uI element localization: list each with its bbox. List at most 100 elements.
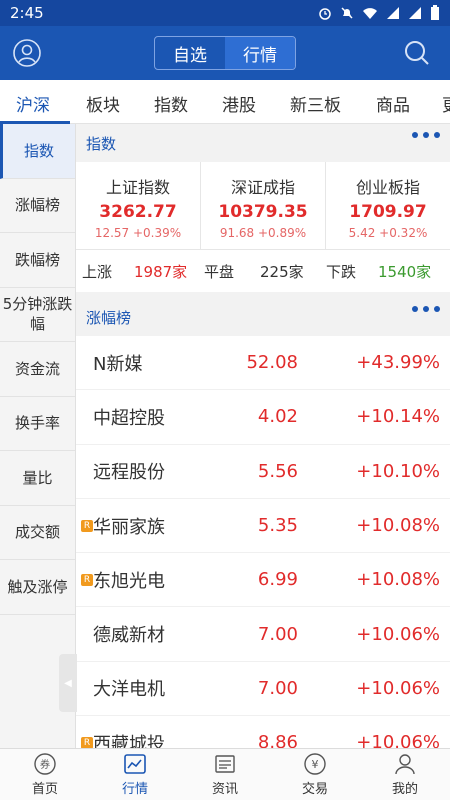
stock-name-text: 德威新材 [93,625,165,647]
mute-icon [340,6,354,20]
status-bar: 2:45 [0,0,450,26]
stock-change-pct: +10.06% [356,677,440,699]
more-dot-icon [434,306,440,312]
battery-icon [430,5,440,21]
sidebar-item-top-gainers[interactable]: 涨幅榜 [0,179,75,233]
index-more-button[interactable] [412,132,440,138]
gainers-section-header: 涨幅榜 [76,298,450,336]
tab-market[interactable]: 行情 [90,749,180,800]
stock-row[interactable]: N新媒 52.08 +43.99% [76,336,450,391]
more-dot-icon [434,132,440,138]
stock-name-text: 大洋电机 [93,679,165,701]
stock-row[interactable]: 远程股份 5.56 +10.10% [76,445,450,499]
stock-change-pct: +10.06% [356,732,440,748]
app-bar: 自选 行情 [0,26,450,80]
index-card-szse[interactable]: 深证成指 10379.35 91.68 +0.89% [201,162,326,249]
stock-change-pct: +10.08% [356,569,440,591]
tab-more[interactable]: 更 [442,91,450,116]
tab-home-label: 首页 [31,782,58,797]
sidebar-item-capital-flow[interactable]: 资金流 [0,342,75,397]
index-value: 10379.35 [218,201,308,222]
tab-shanghai-shenzhen[interactable]: 沪深 [16,91,50,116]
more-dot-icon [412,132,418,138]
tab-trade[interactable]: ¥ 交易 [270,749,360,800]
stock-change-pct: +10.06% [356,623,440,645]
breadth-down-value: 1540家 [378,262,432,281]
sidebar-collapse-handle[interactable]: ◀ [59,654,77,712]
stock-row[interactable]: 中超控股 4.02 +10.14% [76,390,450,445]
segment-watchlist[interactable]: 自选 [155,37,225,69]
stock-name: R 西藏城投 [81,730,165,748]
stock-change-pct: +43.99% [356,352,440,374]
sidebar-item-trading-value[interactable]: 成交额 [0,506,75,560]
stock-price: 7.00 [257,677,298,699]
segment-control: 自选 行情 [154,36,296,70]
stock-name-text: 东旭光电 [93,570,165,592]
svg-text:券: 券 [40,758,50,771]
stock-row[interactable]: R 华丽家族 5.35 +10.08% [76,499,450,554]
margin-tag-icon: R [81,573,93,586]
sidebar-item-volume-ratio[interactable]: 量比 [0,451,75,506]
stock-name-text: 西藏城投 [93,733,165,748]
margin-tag-icon: R [81,736,93,748]
stock-price: 7.00 [257,623,298,645]
stock-row[interactable]: R 西藏城投 8.86 +10.06% [76,716,450,748]
more-dot-icon [423,306,429,312]
user-avatar-button[interactable] [12,38,42,68]
tab-home[interactable]: 券 首页 [0,749,90,800]
signal-icon [386,6,400,20]
tab-new-otc[interactable]: 新三板 [290,91,341,116]
index-name: 深证成指 [230,177,295,197]
stock-name: 中超控股 [93,404,165,430]
stock-change-pct: +10.08% [356,515,440,537]
index-name: 创业板指 [355,177,420,197]
person-icon [395,754,415,775]
stock-row[interactable]: R 东旭光电 6.99 +10.08% [76,553,450,608]
stock-row[interactable]: 德威新材 7.00 +10.06% [76,607,450,662]
index-card-sse[interactable]: 上证指数 3262.77 12.57 +0.39% [76,162,201,249]
index-section-title: 指数 [86,134,117,153]
chevron-left-icon: ◀ [64,677,72,689]
sidebar-item-5min-movers[interactable]: 5分钟涨跌幅 [0,288,75,342]
stock-name: 德威新材 [93,621,165,647]
tab-news[interactable]: 资讯 [180,749,270,800]
tab-market-label: 行情 [121,782,148,797]
stock-name-text: 中超控股 [93,407,165,429]
tab-trade-label: 交易 [301,782,328,797]
segment-market[interactable]: 行情 [225,37,295,69]
breadth-down-label: 下跌 [326,262,357,281]
svg-text:¥: ¥ [312,758,319,771]
search-button[interactable] [402,38,432,68]
margin-tag-icon: R [81,519,93,532]
breadth-flat-value: 225家 [260,262,304,281]
search-icon [405,41,429,65]
stock-row[interactable]: 大洋电机 7.00 +10.06% [76,662,450,717]
gainers-more-button[interactable] [412,306,440,312]
sidebar-item-top-losers[interactable]: 跌幅榜 [0,233,75,288]
stock-name-text: N新媒 [93,353,143,375]
main-content: 指数 上证指数 3262.77 12.57 +0.39% 深证成指 10379.… [76,124,450,748]
tab-indices[interactable]: 指数 [154,91,188,116]
index-value: 3262.77 [99,201,177,222]
alarm-icon [318,6,332,20]
stock-price: 8.86 [257,732,298,748]
stock-name: R 东旭光电 [81,567,165,593]
index-cards: 上证指数 3262.77 12.57 +0.39% 深证成指 10379.35 … [76,162,450,250]
more-dot-icon [423,132,429,138]
sidebar-item-limit-up[interactable]: 触及涨停 [0,560,75,615]
tab-me[interactable]: 我的 [360,749,450,800]
bottom-tab-bar: 券 首页 行情 资讯 ¥ 交易 我的 [0,748,450,800]
news-icon [215,755,235,773]
sidebar-item-indices[interactable]: 指数 [0,124,75,179]
tab-hk-stocks[interactable]: 港股 [222,91,256,116]
index-card-chinext[interactable]: 创业板指 1709.97 5.42 +0.32% [326,162,450,249]
stock-price: 4.02 [257,406,298,428]
stock-name-text: 华丽家族 [93,516,165,538]
tab-sectors[interactable]: 板块 [86,91,120,116]
tab-commodities[interactable]: 商品 [376,91,410,116]
sidebar-item-turnover-rate[interactable]: 换手率 [0,397,75,451]
index-section-header: 指数 [76,124,450,162]
yen-exchange-icon: ¥ [304,753,326,775]
signal2-icon [408,6,422,20]
index-value: 1709.97 [349,201,427,222]
